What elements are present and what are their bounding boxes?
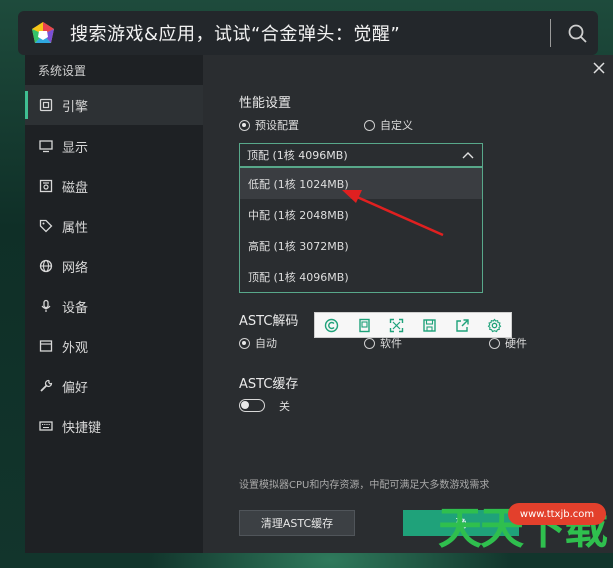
option-mid[interactable]: 中配 (1核 2048MB) <box>240 199 482 230</box>
app-logo-icon <box>30 20 56 46</box>
option-low[interactable]: 低配 (1核 1024MB) <box>240 168 482 199</box>
sidebar-item-label: 显示 <box>62 140 89 156</box>
performance-select[interactable]: 顶配 (1核 4096MB) <box>239 143 483 167</box>
radio-dot <box>239 337 250 349</box>
radio-dot <box>239 119 250 131</box>
keyboard-icon <box>38 418 54 434</box>
sidebar-item-label: 属性 <box>62 220 89 236</box>
option-high[interactable]: 高配 (1核 3072MB) <box>240 230 482 261</box>
sidebar-item-label: 网络 <box>62 260 89 276</box>
sidebar-item-engine[interactable]: 引擎 <box>25 85 203 125</box>
performance-title: 性能设置 <box>239 96 292 111</box>
sidebar-item-properties[interactable]: 属性 <box>25 206 203 246</box>
search-icon[interactable] <box>567 23 589 45</box>
astc-decode-title: ASTC解码 <box>239 314 299 329</box>
astc-auto-radio[interactable]: 自动 <box>239 335 277 351</box>
select-value: 顶配 (1核 4096MB) <box>247 149 348 162</box>
share-icon[interactable] <box>446 313 479 337</box>
search-input[interactable]: 搜索游戏&应用，试试“合金弹头：觉醒” <box>70 20 400 46</box>
sidebar-item-label: 快捷键 <box>62 420 102 436</box>
performance-dropdown: 低配 (1核 1024MB) 中配 (1核 2048MB) 高配 (1核 307… <box>239 167 483 293</box>
wrench-icon <box>38 378 54 394</box>
sidebar-item-device[interactable]: 设备 <box>25 286 203 326</box>
settings-content: 性能设置 预设配置 自定义 顶配 (1核 4096MB) 低配 (1核 1024… <box>203 55 613 553</box>
gear-icon[interactable] <box>478 313 511 337</box>
chevron-up-icon <box>462 152 474 159</box>
sidebar-item-label: 设备 <box>62 300 89 316</box>
astc-cache-toggle[interactable] <box>239 399 265 412</box>
sidebar-item-appearance[interactable]: 外观 <box>25 326 203 366</box>
watermark-url: www.ttxjb.com <box>508 503 606 525</box>
fullscreen-icon[interactable] <box>380 313 413 337</box>
window-icon <box>38 338 54 354</box>
tag-icon <box>38 218 54 234</box>
floating-toolbar <box>314 312 512 338</box>
monitor-icon <box>38 138 54 154</box>
clear-astc-cache-button[interactable]: 清理ASTC缓存 <box>239 510 355 536</box>
copy-icon[interactable] <box>315 313 348 337</box>
sidebar-item-shortcuts[interactable]: 快捷键 <box>25 406 203 446</box>
disk-icon <box>38 178 54 194</box>
globe-icon <box>38 258 54 274</box>
sidebar-item-label: 偏好 <box>62 380 89 396</box>
screenshot-icon[interactable] <box>348 313 381 337</box>
option-top[interactable]: 顶配 (1核 4096MB) <box>240 261 482 292</box>
settings-dialog: 系统设置 引擎 显示 磁盘 属性 网络 设备 外观 偏好 快捷键 性能设置 预设… <box>25 55 613 553</box>
search-divider <box>550 19 551 47</box>
preset-radio[interactable]: 预设配置 <box>239 117 299 133</box>
custom-radio[interactable]: 自定义 <box>364 117 413 133</box>
save-icon[interactable] <box>413 313 446 337</box>
sidebar-item-network[interactable]: 网络 <box>25 246 203 286</box>
sidebar-item-preferences[interactable]: 偏好 <box>25 366 203 406</box>
cpu-icon <box>38 97 54 113</box>
microphone-icon <box>38 298 54 314</box>
sidebar-item-label: 外观 <box>62 340 89 356</box>
dialog-title: 系统设置 <box>38 64 87 78</box>
radio-dot <box>489 337 500 349</box>
radio-dot <box>364 119 375 131</box>
preset-label: 预设配置 <box>255 119 299 132</box>
sidebar-item-label: 磁盘 <box>62 180 89 196</box>
search-bar[interactable]: 搜索游戏&应用，试试“合金弹头：觉醒” <box>18 11 598 55</box>
astc-cache-toggle-label: 关 <box>279 400 290 413</box>
sidebar-item-disk[interactable]: 磁盘 <box>25 166 203 206</box>
radio-dot <box>364 337 375 349</box>
sidebar-item-display[interactable]: 显示 <box>25 126 203 166</box>
astc-auto-label: 自动 <box>255 337 277 350</box>
settings-hint: 设置模拟器CPU和内存资源，中配可满足大多数游戏需求 <box>239 480 490 491</box>
custom-label: 自定义 <box>380 119 413 132</box>
settings-sidebar: 系统设置 引擎 显示 磁盘 属性 网络 设备 外观 偏好 快捷键 <box>25 55 203 553</box>
astc-cache-title: ASTC缓存 <box>239 377 299 392</box>
sidebar-item-label: 引擎 <box>62 99 89 115</box>
